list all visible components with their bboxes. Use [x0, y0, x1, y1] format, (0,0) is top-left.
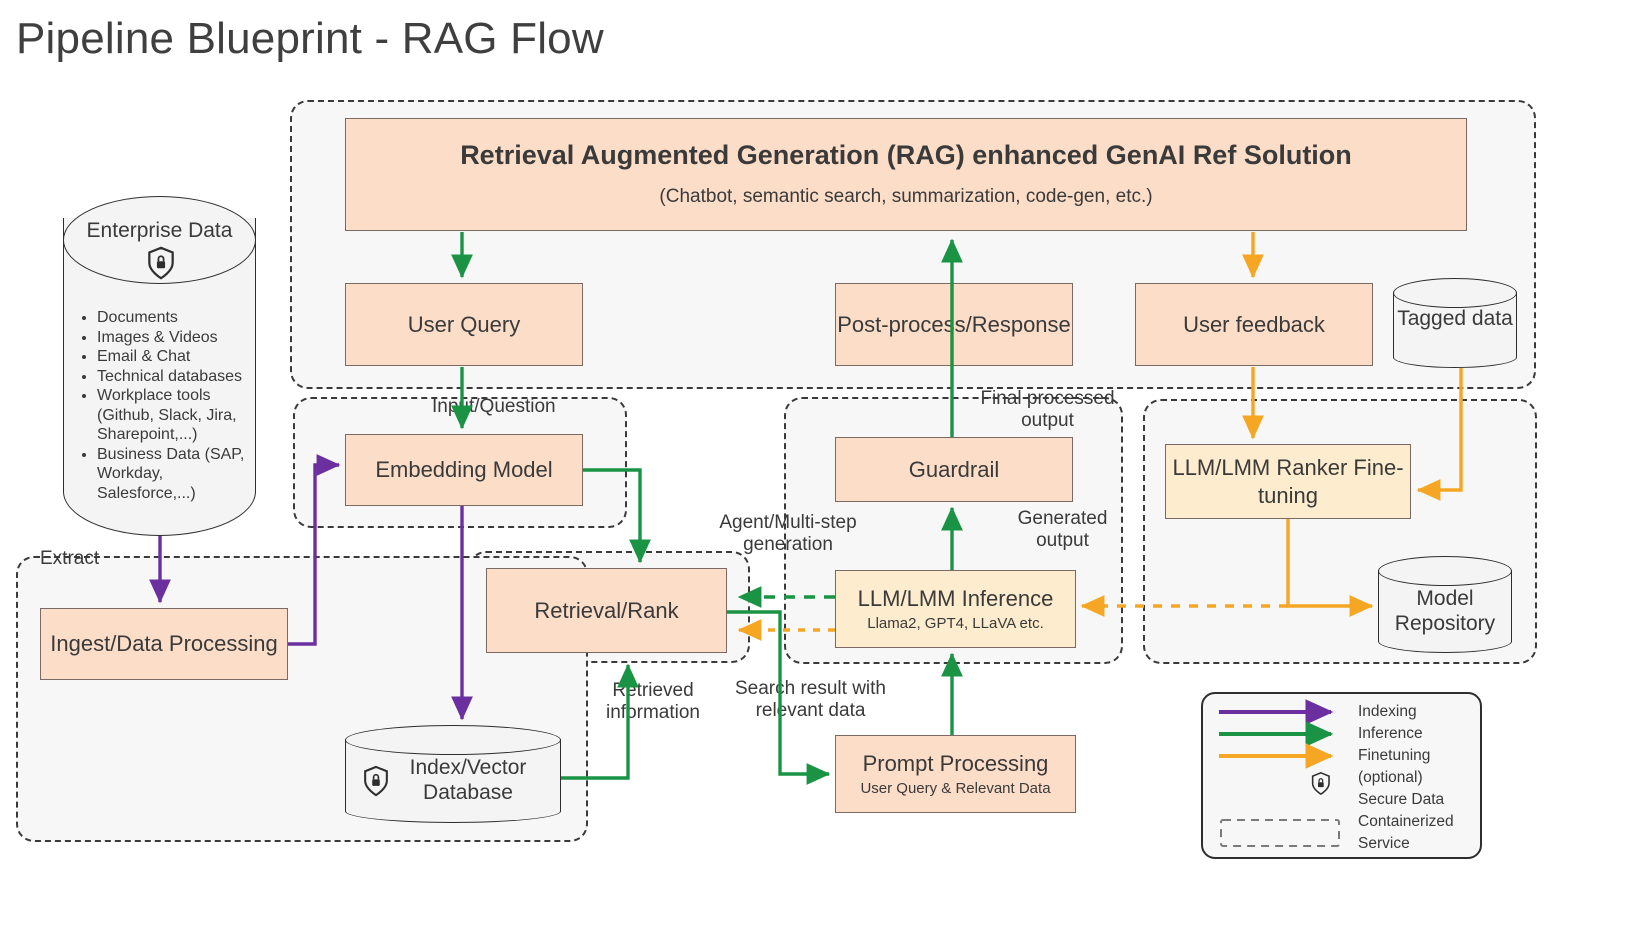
- embedding-model-label: Embedding Model: [375, 457, 553, 483]
- enterprise-data-list: Documents Images & Videos Email & Chat T…: [79, 308, 250, 503]
- tagged-data-store: Tagged data: [1393, 278, 1517, 368]
- rag-solution-subtitle: (Chatbot, semantic search, summarization…: [659, 186, 1153, 208]
- ingest-box[interactable]: Ingest/Data Processing: [40, 608, 288, 680]
- legend-row-secure-data: Secure Data: [1358, 791, 1445, 808]
- user-query-label: User Query: [407, 311, 521, 337]
- legend-row-finetuning: Finetuning: [1358, 747, 1431, 764]
- shield-lock-icon: [148, 246, 174, 280]
- edge-label-input-question: Input/Question: [432, 396, 556, 417]
- guardrail-label: Guardrail: [908, 456, 1000, 482]
- user-feedback-label: User feedback: [1183, 311, 1325, 337]
- post-process-label: Post-process/Response: [837, 311, 1071, 337]
- list-item: Business Data (SAP, Workday, Salesforce,…: [97, 445, 250, 504]
- ranker-finetuning-box[interactable]: LLM/LMM Ranker Fine-tuning: [1165, 444, 1411, 519]
- list-item: Email & Chat: [97, 347, 250, 367]
- enterprise-data-label: Enterprise Data: [86, 219, 233, 242]
- edge-label-agent-multistep: Agent/Multi-step generation: [719, 512, 857, 555]
- list-item: Technical databases: [97, 367, 250, 387]
- shield-lock-icon: [1311, 771, 1330, 796]
- page-title: Pipeline Blueprint - RAG Flow: [16, 14, 604, 63]
- diagram-canvas: Pipeline Blueprint - RAG Flow Enterprise…: [0, 0, 1648, 927]
- embedding-model-box[interactable]: Embedding Model: [345, 434, 583, 506]
- retrieval-rank-label: Retrieval/Rank: [534, 597, 679, 623]
- rag-solution-box[interactable]: Retrieval Augmented Generation (RAG) enh…: [345, 118, 1467, 231]
- edge-label-extract: Extract: [40, 548, 100, 569]
- prompt-processing-box[interactable]: Prompt Processing User Query & Relevant …: [835, 735, 1076, 813]
- legend-dashed-box-swatch: [1220, 819, 1340, 847]
- legend-arrows: [1219, 699, 1340, 847]
- legend-row-indexing: Indexing: [1358, 703, 1417, 720]
- index-vector-db-label: Index/Vector Database: [409, 756, 527, 805]
- prompt-processing-sublabel: User Query & Relevant Data: [860, 780, 1051, 797]
- enterprise-data-store: Enterprise Data Documents Images & Video…: [63, 196, 256, 536]
- index-vector-db-store: Index/Vector Database: [345, 725, 561, 823]
- legend-panel: Indexing Inference Finetuning (optional)…: [1201, 692, 1482, 859]
- guardrail-box[interactable]: Guardrail: [835, 437, 1073, 502]
- user-query-box[interactable]: User Query: [345, 283, 583, 366]
- legend-row-service: Service: [1358, 835, 1410, 852]
- llm-inference-box[interactable]: LLM/LMM Inference Llama2, GPT4, LLaVA et…: [835, 570, 1076, 648]
- list-item: Workplace tools (Github, Slack, Jira, Sh…: [97, 386, 250, 445]
- model-repository-store: Model Repository: [1378, 556, 1512, 653]
- prompt-processing-label: Prompt Processing: [862, 750, 1049, 776]
- edge-label-generated-output: Generated output: [1017, 508, 1108, 551]
- legend-row-inference: Inference: [1358, 725, 1423, 742]
- list-item: Documents: [97, 308, 250, 328]
- tagged-data-label: Tagged data: [1397, 307, 1513, 330]
- edge-label-retrieved-information: Retrieved information: [606, 680, 700, 723]
- shield-lock-icon: [364, 765, 388, 797]
- retrieval-rank-box[interactable]: Retrieval/Rank: [486, 568, 727, 653]
- model-repository-label: Model Repository: [1394, 587, 1496, 636]
- ranker-finetuning-label: LLM/LMM Ranker Fine-tuning: [1172, 455, 1404, 508]
- legend-row-containerized: Containerized: [1358, 813, 1454, 830]
- llm-inference-label: LLM/LMM Inference: [857, 585, 1054, 611]
- post-process-box[interactable]: Post-process/Response: [835, 283, 1073, 366]
- edge-label-final-processed-output: Final processed output: [980, 388, 1115, 431]
- edge-label-search-result: Search result with relevant data: [734, 678, 886, 721]
- user-feedback-box[interactable]: User feedback: [1135, 283, 1373, 366]
- legend-row-optional: (optional): [1358, 769, 1423, 786]
- rag-solution-title: Retrieval Augmented Generation (RAG) enh…: [460, 140, 1352, 171]
- list-item: Images & Videos: [97, 328, 250, 348]
- llm-inference-sublabel: Llama2, GPT4, LLaVA etc.: [867, 615, 1044, 632]
- ingest-label: Ingest/Data Processing: [50, 631, 278, 657]
